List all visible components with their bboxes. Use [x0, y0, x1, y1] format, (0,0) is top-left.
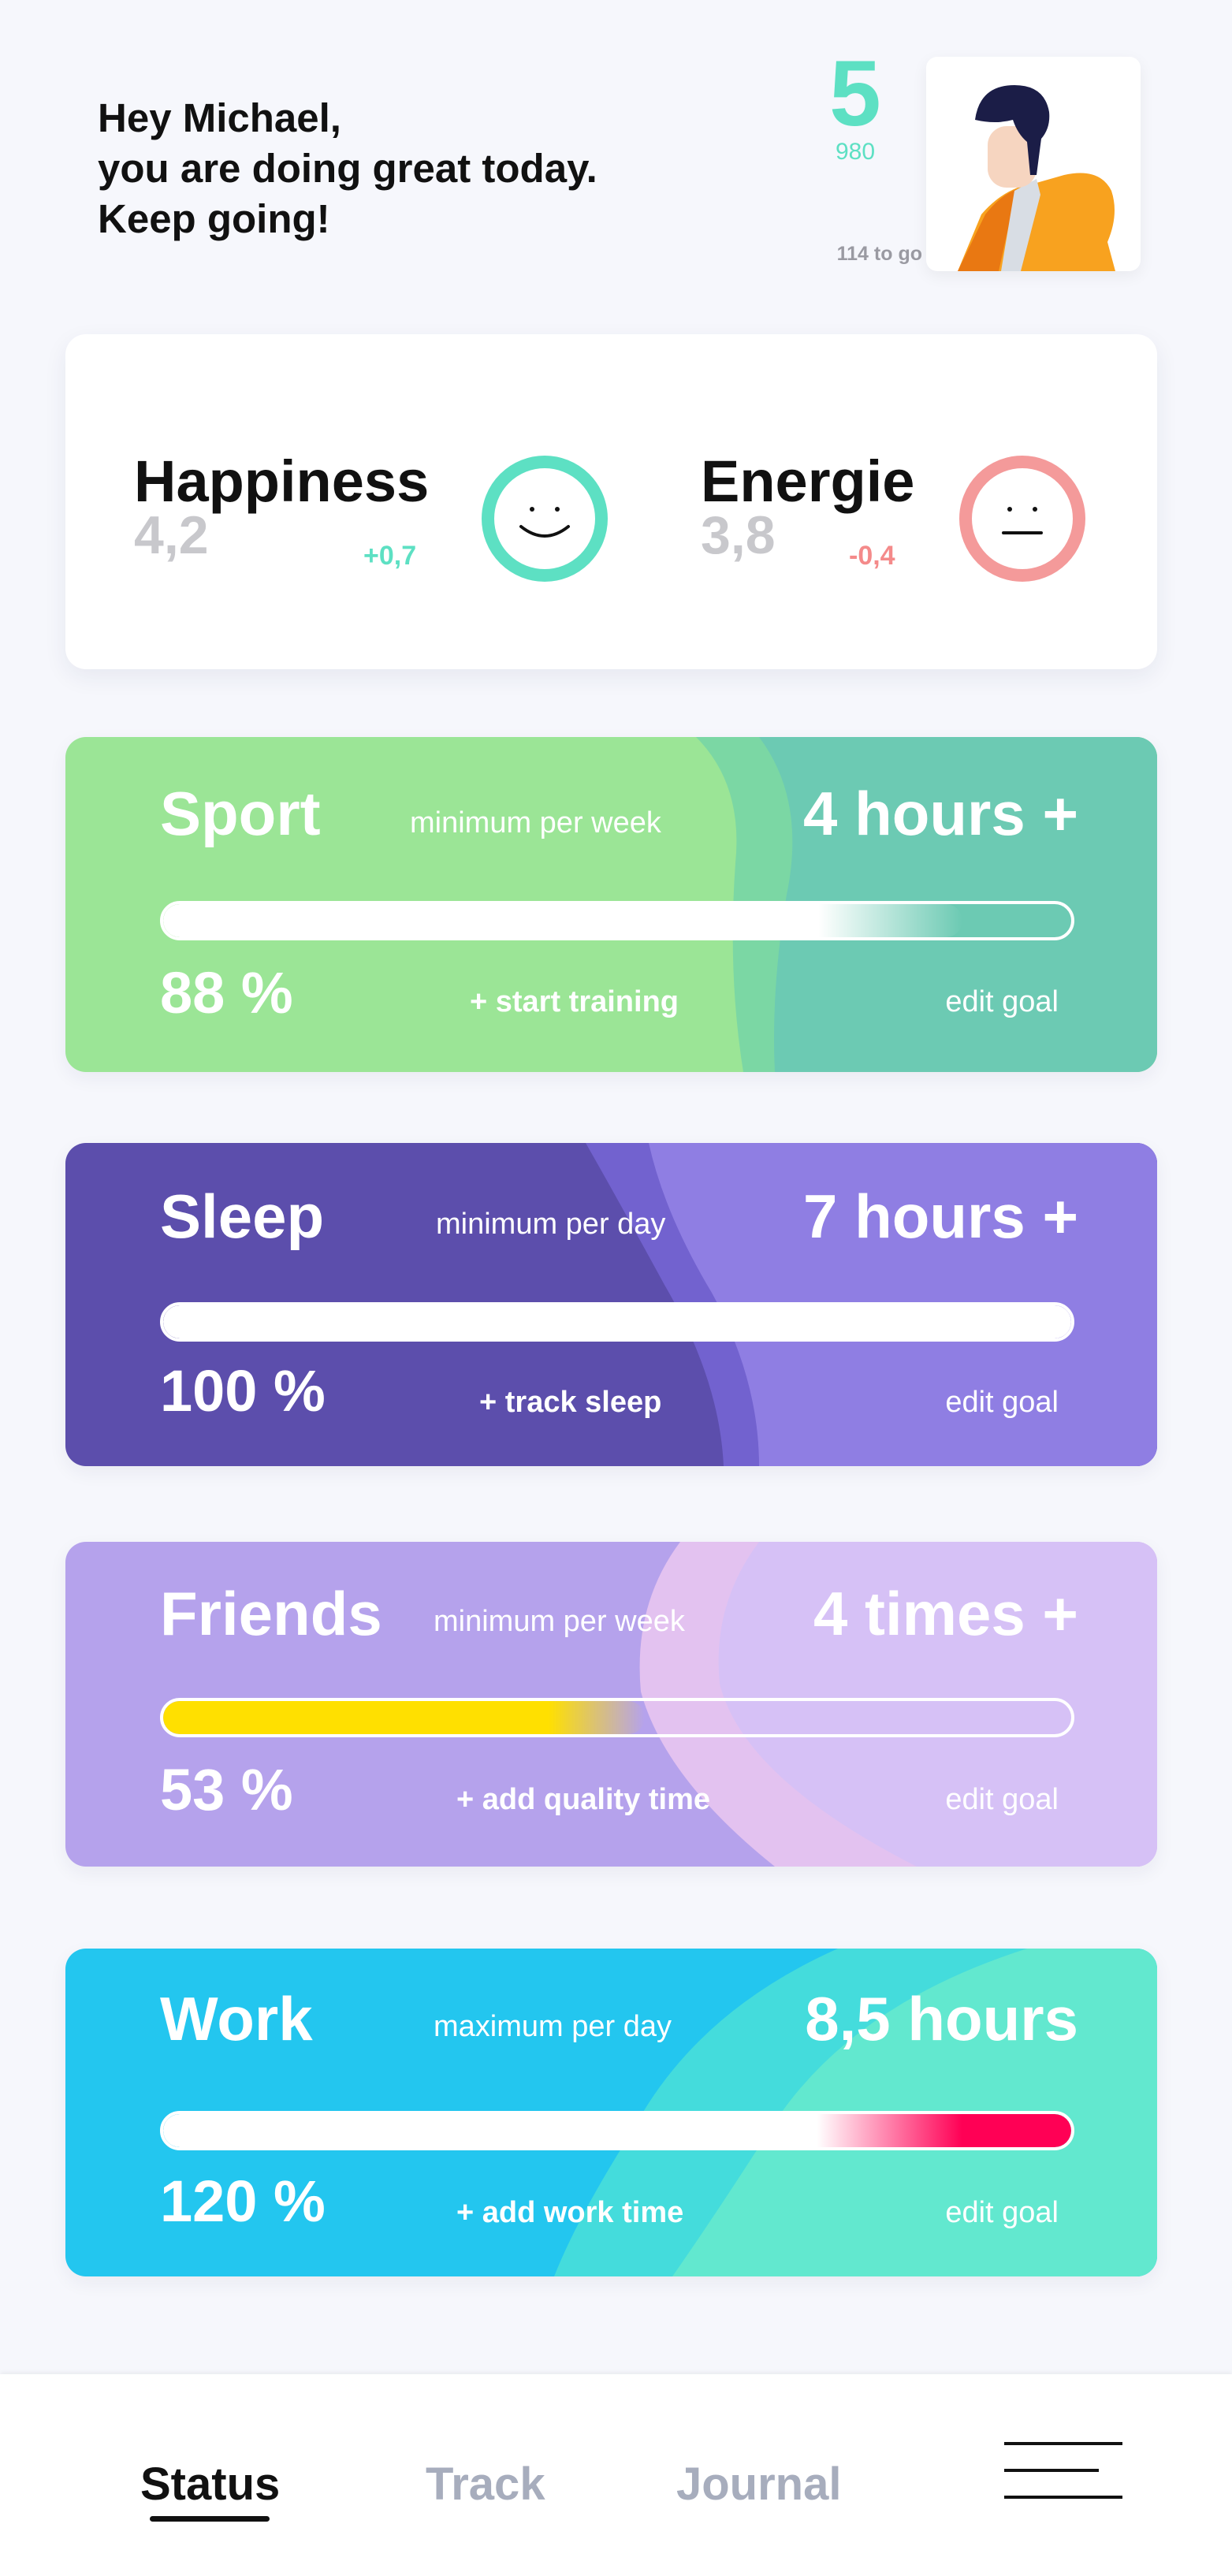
- tab-track[interactable]: Track: [426, 2458, 545, 2511]
- neutral-face-icon: [959, 456, 1085, 582]
- friends-goal: 4 times +: [813, 1579, 1078, 1648]
- work-title: Work: [160, 1984, 313, 2053]
- sport-edit-goal-link[interactable]: edit goal: [945, 985, 1059, 1019]
- sport-title: Sport: [160, 779, 321, 848]
- sport-subtitle: minimum per week: [410, 806, 661, 839]
- work-edit-goal-link[interactable]: edit goal: [945, 2196, 1059, 2230]
- energy-delta: -0,4: [849, 541, 895, 571]
- bottom-navigation: Status Track Journal: [0, 2374, 1232, 2576]
- friends-edit-goal-link[interactable]: edit goal: [945, 1783, 1059, 1817]
- work-progress-fill: [163, 2114, 1071, 2147]
- happiness-delta: +0,7: [363, 541, 417, 571]
- work-percent: 120 %: [160, 2168, 326, 2234]
- sport-goal-card[interactable]: Sport minimum per week 4 hours + 88 % + …: [65, 737, 1157, 1072]
- tab-status[interactable]: Status: [140, 2458, 280, 2511]
- points-count: 980: [835, 139, 876, 165]
- tab-journal[interactable]: Journal: [676, 2458, 842, 2511]
- points-to-go: 114 to go: [836, 243, 922, 265]
- smile-face-icon: [482, 456, 608, 582]
- friends-percent: 53 %: [160, 1757, 293, 1822]
- sleep-goal: 7 hours +: [803, 1182, 1078, 1251]
- sleep-percent: 100 %: [160, 1358, 326, 1424]
- add-work-time-button[interactable]: + add work time: [456, 2196, 683, 2230]
- sport-progress-fill: [163, 904, 962, 937]
- happiness-value: 4,2: [134, 505, 209, 565]
- friends-progress-bar: [160, 1698, 1074, 1737]
- friends-subtitle: minimum per week: [434, 1605, 685, 1638]
- mood-summary-card: Happiness 4,2 +0,7 Energie 3,8 -0,4: [65, 334, 1157, 669]
- sleep-title: Sleep: [160, 1182, 325, 1251]
- greeting-line-3: Keep going!: [98, 196, 330, 241]
- greeting-text: Hey Michael, you are doing great today. …: [98, 93, 697, 244]
- sleep-progress-bar: [160, 1302, 1074, 1342]
- sport-progress-bar: [160, 901, 1074, 940]
- start-training-button[interactable]: + start training: [470, 985, 679, 1019]
- sleep-subtitle: minimum per day: [436, 1208, 666, 1241]
- hamburger-menu-icon[interactable]: [1004, 2442, 1122, 2499]
- sleep-edit-goal-link[interactable]: edit goal: [945, 1386, 1059, 1420]
- sleep-goal-card[interactable]: Sleep minimum per day 7 hours + 100 % + …: [65, 1143, 1157, 1466]
- avatar[interactable]: [926, 57, 1141, 271]
- sleep-progress-fill: [163, 1305, 1071, 1338]
- friends-progress-fill: [163, 1701, 645, 1734]
- track-sleep-button[interactable]: + track sleep: [479, 1386, 661, 1420]
- level-number: 5: [829, 42, 881, 146]
- add-quality-time-button[interactable]: + add quality time: [456, 1783, 710, 1817]
- active-tab-indicator: [150, 2516, 270, 2522]
- friends-title: Friends: [160, 1579, 382, 1648]
- friends-goal-card[interactable]: Friends minimum per week 4 times + 53 % …: [65, 1542, 1157, 1867]
- greeting-line-2: you are doing great today.: [98, 146, 597, 191]
- work-goal-card[interactable]: Work maximum per day 8,5 hours 120 % + a…: [65, 1949, 1157, 2276]
- user-avatar-icon: [958, 85, 1115, 271]
- sport-goal: 4 hours +: [803, 779, 1078, 848]
- greeting-line-1: Hey Michael,: [98, 95, 341, 140]
- sport-percent: 88 %: [160, 960, 293, 1026]
- work-subtitle: maximum per day: [434, 2010, 672, 2043]
- energy-value: 3,8: [701, 505, 776, 565]
- work-goal: 8,5 hours: [805, 1984, 1078, 2053]
- work-progress-bar: [160, 2111, 1074, 2150]
